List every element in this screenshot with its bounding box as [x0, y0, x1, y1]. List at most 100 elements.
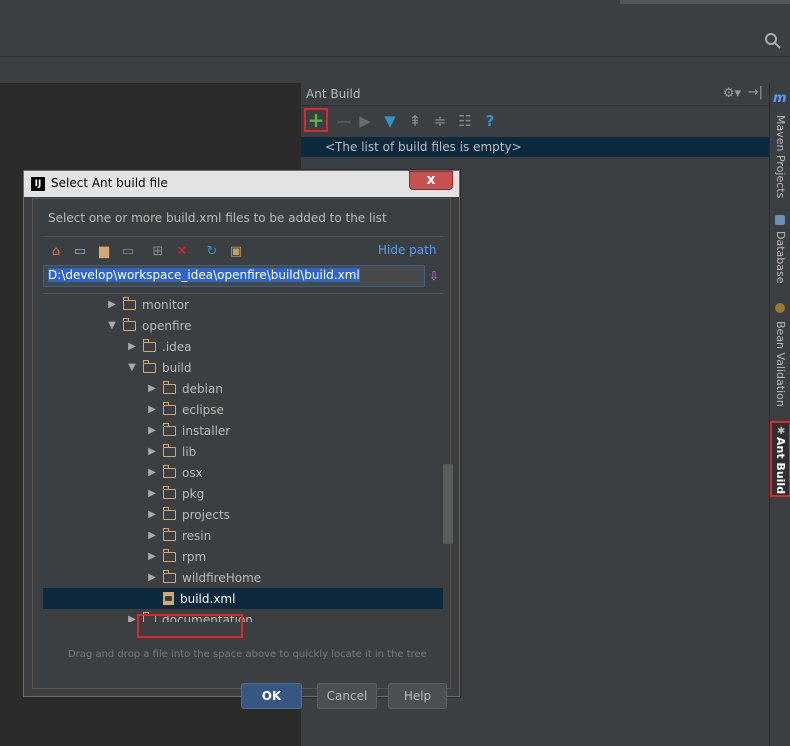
tree-item-monitor[interactable]: ▶ monitor	[43, 294, 443, 315]
tree-item-wildfirehome[interactable]: ▶ wildfireHome	[43, 567, 443, 588]
hide-path-link[interactable]: Hide path	[378, 243, 436, 257]
gear-icon[interactable]: ⚙▾	[723, 86, 741, 101]
tree-item-installer[interactable]: ▶ installer	[43, 420, 443, 441]
file-tree[interactable]: ▶ monitor ▼ openfire ▶ .idea ▼ build ▶ debian…	[43, 293, 443, 622]
tree-item-idea[interactable]: ▶ .idea	[43, 336, 443, 357]
tree-item-openfire[interactable]: ▼ openfire	[43, 315, 443, 336]
folder-icon	[162, 380, 176, 394]
expand-arrow-icon[interactable]: ▶	[145, 404, 159, 415]
tree-item-documentation[interactable]: ▶ documentation	[43, 609, 443, 622]
folder-icon	[162, 464, 176, 478]
expand-arrow-icon[interactable]: ▶	[105, 299, 119, 310]
path-input[interactable]: D:\develop\workspace_idea\openfire\build…	[43, 265, 425, 287]
expand-all-icon[interactable]: ⇞	[404, 110, 426, 132]
refresh-icon[interactable]: ↻	[203, 242, 221, 260]
intellij-icon: IJ	[31, 177, 45, 191]
collapse-all-icon[interactable]: ≑	[429, 110, 451, 132]
tree-item-pkg[interactable]: ▶ pkg	[43, 483, 443, 504]
expand-arrow-icon[interactable]: ▶	[145, 446, 159, 457]
expand-arrow-icon[interactable]: ▶	[145, 572, 159, 583]
tree-item-debian[interactable]: ▶ debian	[43, 378, 443, 399]
tree-item-build-xml[interactable]: build.xml	[43, 588, 443, 609]
dialog-title-bar: IJ Select Ant build file x	[24, 171, 459, 197]
ok-button[interactable]: OK	[241, 683, 302, 709]
drag-drop-hint: Drag and drop a file into the space abov…	[68, 649, 427, 660]
new-folder-icon[interactable]: ⊞	[149, 242, 167, 260]
main-toolbar	[0, 28, 790, 57]
hide-panel-icon[interactable]: →|	[748, 85, 763, 100]
tree-scrollbar[interactable]	[443, 464, 453, 544]
build-files-list[interactable]: <The list of build files is empty>	[301, 137, 769, 157]
bean-validation-icon	[775, 303, 785, 313]
expand-arrow-icon[interactable]: ▶	[145, 551, 159, 562]
tab-label: Maven Projects	[774, 115, 787, 199]
tree-item-rpm[interactable]: ▶ rpm	[43, 546, 443, 567]
ant-panel-header: Ant Build ⚙▾ →|	[301, 83, 769, 106]
tab-label: Database	[774, 230, 787, 284]
module-folder-icon[interactable]: ▭	[119, 242, 137, 260]
project-folder-icon[interactable]: ▆	[95, 242, 113, 260]
folder-icon	[162, 527, 176, 541]
expand-arrow-icon[interactable]: ▶	[145, 488, 159, 499]
folder-icon	[122, 296, 136, 310]
expand-arrow-icon[interactable]: ▶	[125, 341, 139, 352]
path-text: D:\develop\workspace_idea\openfire\build…	[48, 268, 360, 282]
run-icon[interactable]: ▶	[354, 110, 376, 132]
database-icon	[775, 215, 785, 225]
tab-maven-projects[interactable]: m Maven Projects	[770, 91, 790, 201]
expand-arrow-icon[interactable]: ▶	[145, 530, 159, 541]
tab-label: Bean Validation	[774, 321, 787, 407]
folder-icon	[162, 422, 176, 436]
filter-icon[interactable]: ▼	[379, 110, 401, 132]
folder-icon	[162, 401, 176, 415]
add-icon[interactable]: +	[304, 108, 328, 132]
navigation-bar	[0, 57, 790, 83]
tree-item-eclipse[interactable]: ▶ eclipse	[43, 399, 443, 420]
help-icon[interactable]: ?	[479, 110, 501, 132]
ant-panel-title: Ant Build	[306, 87, 361, 101]
dialog-title: Select Ant build file	[51, 176, 168, 190]
delete-icon[interactable]: ✕	[173, 242, 191, 260]
expand-arrow-icon[interactable]: ▶	[145, 467, 159, 478]
home-icon[interactable]: ⌂	[47, 242, 65, 260]
folder-icon	[142, 359, 156, 373]
select-ant-build-file-dialog: IJ Select Ant build file x Select one or…	[23, 170, 460, 709]
folder-icon	[162, 548, 176, 562]
close-button[interactable]: x	[409, 171, 453, 190]
maven-icon: m	[773, 91, 787, 106]
window-title-bar	[0, 0, 790, 29]
show-hidden-icon[interactable]: ▣	[227, 242, 245, 260]
folder-icon	[162, 485, 176, 499]
properties-icon[interactable]: ☷	[454, 110, 476, 132]
ant-toolbar: + — ▶ ▼ ⇞ ≑ ☷ ?	[301, 106, 769, 136]
tab-ant-build[interactable]: ✱ Ant Build	[770, 421, 790, 497]
expand-arrow-icon[interactable]: ▶	[145, 509, 159, 520]
collapse-arrow-icon[interactable]: ▼	[125, 362, 139, 373]
help-button[interactable]: Help	[388, 683, 447, 709]
tree-item-build[interactable]: ▼ build	[43, 357, 443, 378]
remove-icon[interactable]: —	[333, 110, 355, 132]
desktop-icon[interactable]: ▭	[71, 242, 89, 260]
dialog-description: Select one or more build.xml files to be…	[48, 211, 387, 225]
divider	[43, 236, 443, 237]
cancel-button[interactable]: Cancel	[317, 683, 377, 709]
folder-icon	[122, 317, 136, 331]
tree-item-projects[interactable]: ▶ projects	[43, 504, 443, 525]
folder-icon	[162, 506, 176, 520]
path-history-icon[interactable]: ⇩	[429, 269, 443, 285]
xml-file-icon	[163, 592, 174, 605]
tree-item-resin[interactable]: ▶ resin	[43, 525, 443, 546]
folder-icon	[162, 569, 176, 583]
tree-item-osx[interactable]: ▶ osx	[43, 462, 443, 483]
expand-arrow-icon[interactable]: ▶	[145, 425, 159, 436]
tab-database[interactable]: Database	[770, 213, 790, 285]
dialog-body: Select one or more build.xml files to be…	[32, 198, 453, 709]
tool-window-sidebar: m Maven Projects Database Bean Validatio…	[769, 83, 790, 746]
expand-arrow-icon[interactable]: ▶	[145, 383, 159, 394]
search-icon[interactable]	[764, 32, 784, 52]
tab-label: Ant Build	[774, 437, 787, 495]
collapse-arrow-icon[interactable]: ▼	[105, 320, 119, 331]
highlight-box	[137, 614, 243, 638]
tree-item-lib[interactable]: ▶ lib	[43, 441, 443, 462]
tab-bean-validation[interactable]: Bean Validation	[770, 301, 790, 411]
